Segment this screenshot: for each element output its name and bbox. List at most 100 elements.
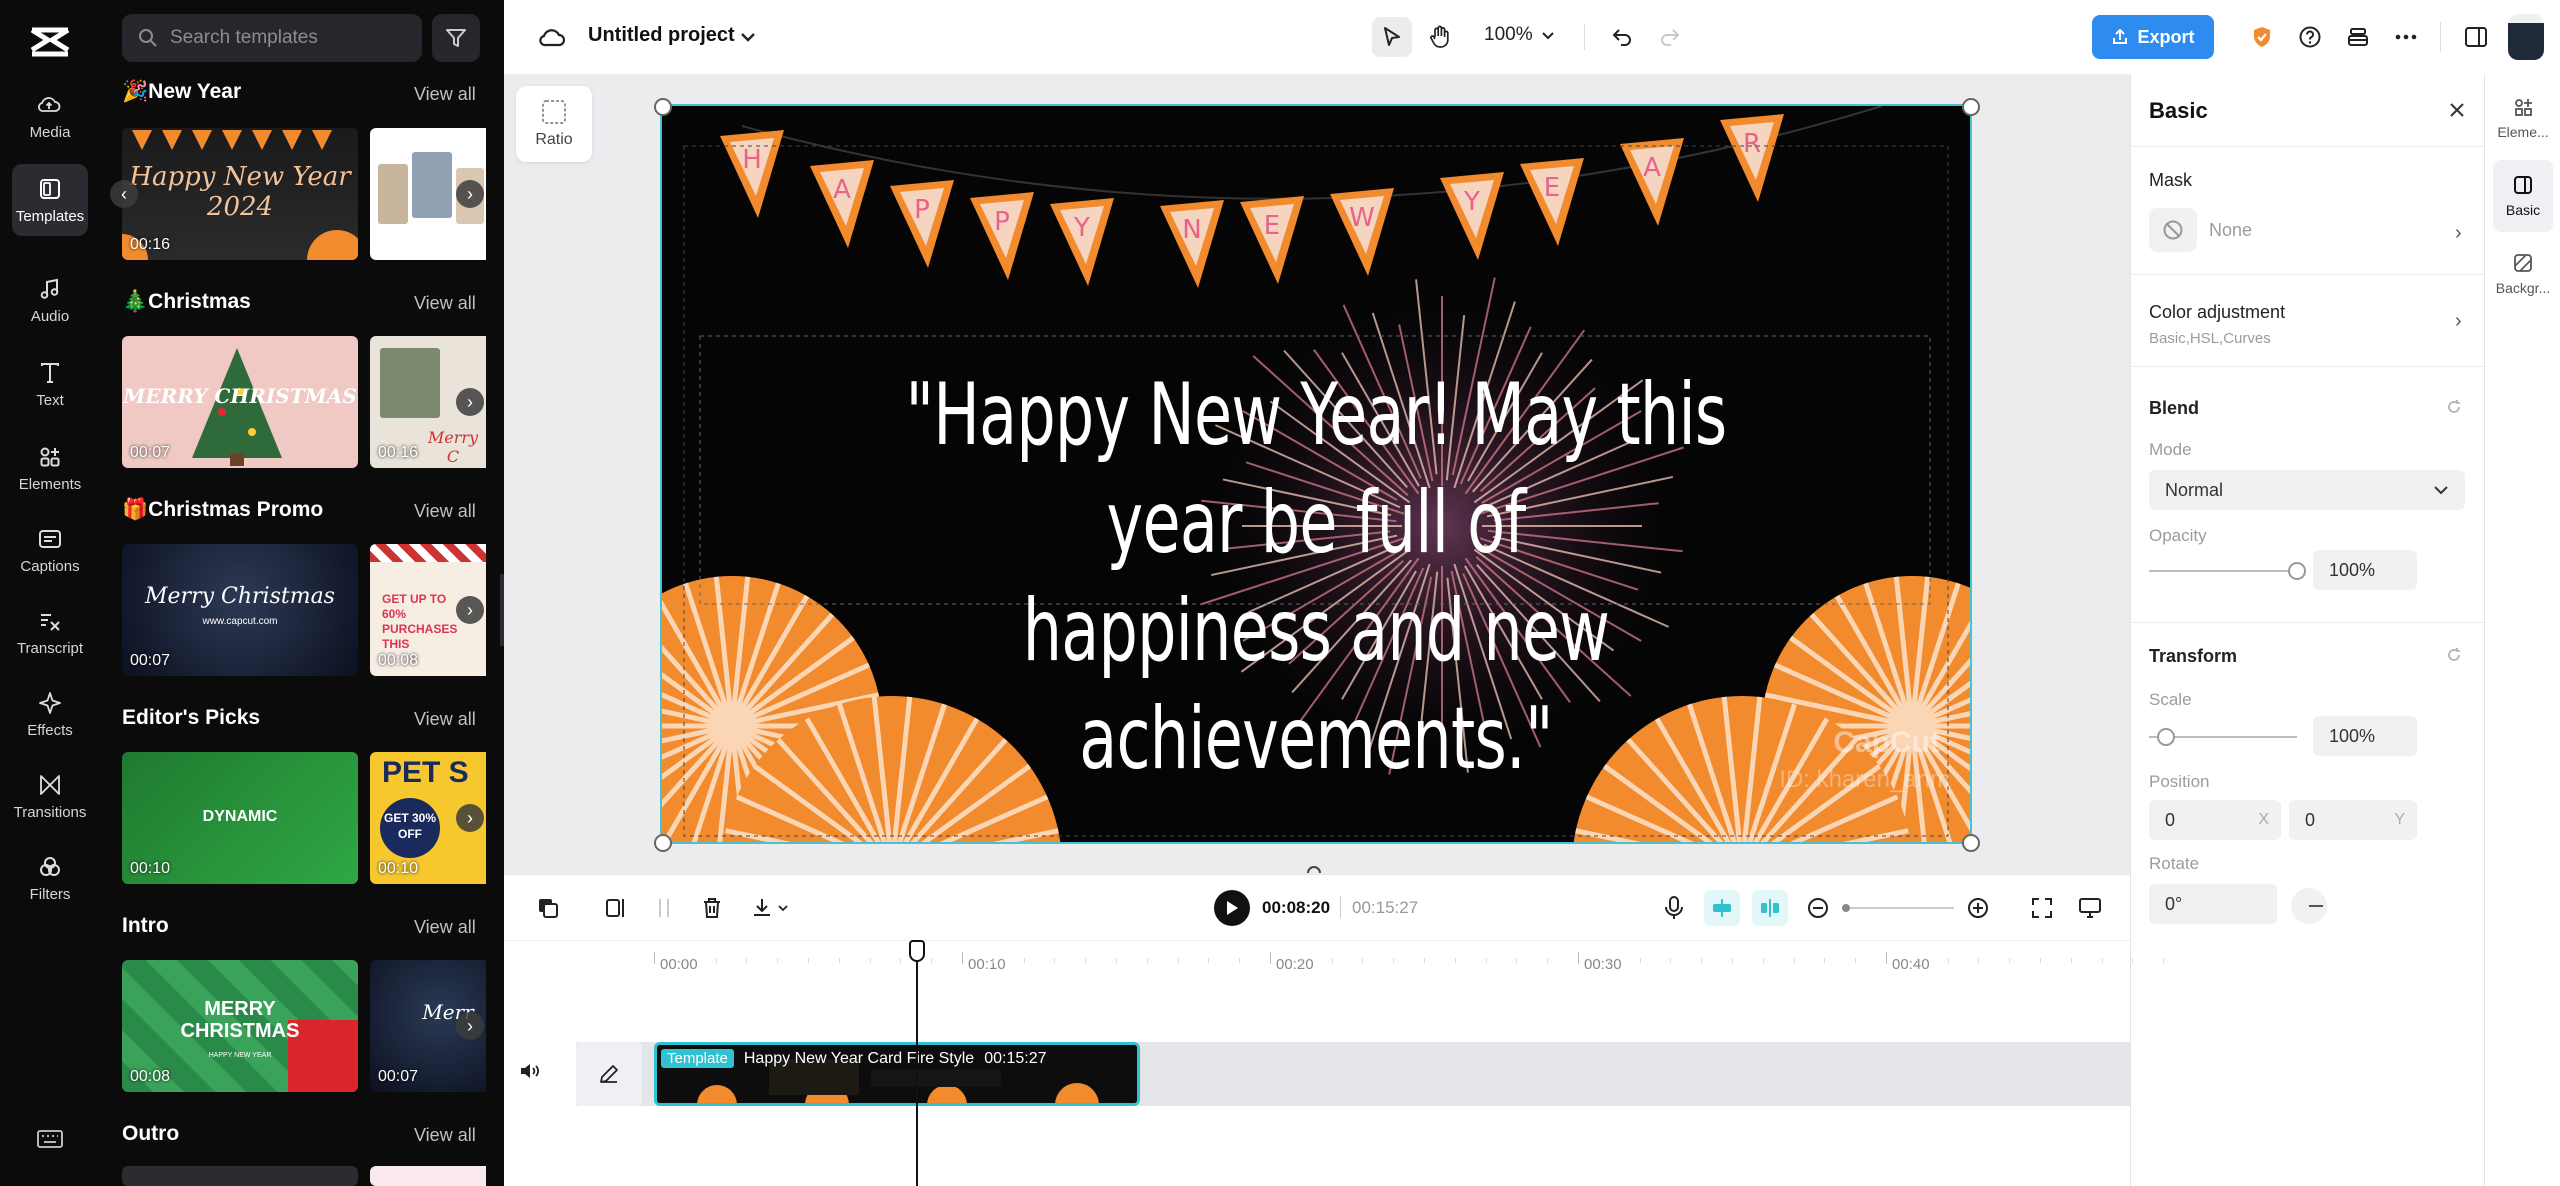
trim-button[interactable] — [646, 890, 682, 926]
hand-tool-button[interactable] — [1420, 17, 1460, 57]
side-tab-1[interactable]: Basic — [2493, 160, 2553, 232]
opacity-slider-track[interactable] — [2149, 570, 2297, 572]
scroll-right-arrow-icon[interactable]: › — [456, 804, 484, 832]
view-all-christmas[interactable]: View all — [414, 293, 476, 314]
position-y-input[interactable]: 0 Y — [2289, 800, 2417, 840]
chevron-right-icon[interactable]: › — [2455, 310, 2462, 333]
timeline-ruler[interactable]: 00:00 00:10 00:20 00:30 00:40 — [504, 944, 2165, 984]
template-clip[interactable]: Template Happy New Year Card Fire Style … — [654, 1042, 1140, 1106]
nav-item-transcript[interactable]: Transcript — [12, 596, 88, 668]
more-options-button[interactable] — [2386, 17, 2426, 57]
split-button[interactable] — [598, 890, 634, 926]
layers-button[interactable] — [2338, 17, 2378, 57]
video-preview[interactable]: H A P P Y N E W Y E A R "Happy New Year! May this y… — [660, 104, 1972, 844]
nav-item-captions[interactable]: Captions — [12, 514, 88, 586]
scroll-right-arrow-icon[interactable]: › — [456, 388, 484, 416]
zoom-out-button[interactable] — [1800, 890, 1836, 926]
nav-item-templates[interactable]: Templates — [12, 164, 88, 236]
banner-letter: Y — [1463, 187, 1480, 217]
scroll-right-arrow-icon[interactable]: › — [456, 596, 484, 624]
zoom-slider-track[interactable] — [1842, 907, 1954, 909]
position-x-input[interactable]: 0 X — [2149, 800, 2281, 840]
search-templates-input[interactable]: Search templates — [122, 14, 422, 62]
rotate-handle-icon[interactable] — [1304, 862, 1324, 874]
scroll-right-arrow-icon[interactable]: › — [456, 1012, 484, 1040]
nav-item-filters[interactable]: Filters — [12, 842, 88, 914]
record-voice-button[interactable] — [1656, 890, 1692, 926]
preview-monitor-button[interactable] — [2072, 890, 2108, 926]
ratio-button[interactable]: Ratio — [516, 86, 592, 162]
view-all-intro[interactable]: View all — [414, 917, 476, 938]
reset-transform-icon[interactable] — [2445, 646, 2463, 664]
playhead[interactable] — [916, 940, 918, 1186]
opacity-input[interactable]: 100% — [2313, 550, 2417, 590]
redo-button[interactable] — [1650, 17, 1690, 57]
rotate-dial[interactable] — [2291, 888, 2327, 924]
view-all-editors-picks[interactable]: View all — [414, 709, 476, 730]
side-tab-2[interactable]: Backgr... — [2493, 238, 2553, 310]
resize-handle-bl[interactable] — [654, 834, 672, 852]
zoom-in-button[interactable] — [1960, 890, 1996, 926]
thumb-text: MERRY CHRISTMAS — [123, 384, 357, 408]
thumb-subtext: www.capcut.com — [202, 616, 278, 627]
nav-item-text[interactable]: Text — [12, 348, 88, 420]
template-thumb-christmas-1[interactable]: MERRY CHRISTMAS 00:07 — [122, 336, 358, 468]
nav-item-effects[interactable]: Effects — [12, 678, 88, 750]
close-icon[interactable] — [2445, 98, 2469, 122]
avatar[interactable] — [2508, 14, 2544, 60]
capcut-logo-icon[interactable] — [28, 22, 72, 62]
template-thumb-new-year-1[interactable]: Happy New Year 2024 00:16 — [122, 128, 358, 260]
help-button[interactable] — [2290, 17, 2330, 57]
playhead-handle[interactable] — [909, 940, 925, 962]
toggle-panel-button[interactable] — [2456, 17, 2496, 57]
resize-handle-tl[interactable] — [654, 98, 672, 116]
view-all-outro[interactable]: View all — [414, 1125, 476, 1146]
zoom-dropdown[interactable]: 100% — [1484, 24, 1555, 46]
select-pointer-button[interactable] — [1372, 17, 1412, 57]
nav-item-audio[interactable]: Audio — [12, 264, 88, 336]
download-button[interactable] — [744, 890, 796, 926]
quote-text[interactable]: "Happy New Year! May this year be full o… — [874, 361, 1758, 793]
view-all-new-year[interactable]: View all — [414, 84, 476, 105]
copy-button[interactable] — [530, 890, 566, 926]
template-thumb-christmas-promo-1[interactable]: Merry Christmas www.capcut.com 00:07 — [122, 544, 358, 676]
nav-item-media[interactable]: Media — [12, 80, 88, 152]
keyboard-shortcuts-icon[interactable] — [36, 1128, 64, 1150]
shield-badge-button[interactable] — [2242, 17, 2282, 57]
color-adjustment-label[interactable]: Color adjustment — [2149, 302, 2285, 323]
template-thumb-intro-1[interactable]: MERRY CHRISTMAS HAPPY NEW YEAR 00:08 — [122, 960, 358, 1092]
view-all-christmas-promo[interactable]: View all — [414, 501, 476, 522]
scale-input[interactable]: 100% — [2313, 716, 2417, 756]
rotate-input[interactable]: 0° — [2149, 884, 2277, 924]
opacity-slider-knob[interactable] — [2288, 562, 2306, 580]
linkage-button[interactable] — [1752, 890, 1788, 926]
resize-handle-br[interactable] — [1962, 834, 1980, 852]
scroll-right-arrow-icon[interactable]: › — [456, 180, 484, 208]
fullscreen-button[interactable] — [2024, 890, 2060, 926]
blend-mode-select[interactable]: Normal — [2149, 470, 2465, 510]
scroll-left-arrow-icon[interactable]: ‹ — [110, 180, 138, 208]
resize-handle-tr[interactable] — [1962, 98, 1980, 116]
template-thumb-editors-picks-1[interactable]: DYNAMIC 00:10 — [122, 752, 358, 884]
cloud-save-icon[interactable] — [532, 17, 572, 57]
reset-blend-icon[interactable] — [2445, 398, 2463, 416]
delete-button[interactable] — [694, 890, 730, 926]
chevron-right-icon[interactable]: › — [2455, 222, 2462, 245]
scale-slider-knob[interactable] — [2157, 728, 2175, 746]
filter-button[interactable] — [432, 14, 480, 62]
play-button[interactable] — [1214, 890, 1250, 926]
nav-item-elements[interactable]: Elements — [12, 432, 88, 504]
template-thumb-outro-2[interactable] — [370, 1166, 486, 1186]
template-thumb-outro-1[interactable] — [122, 1166, 358, 1186]
zoom-slider-knob[interactable] — [1842, 904, 1850, 912]
export-button[interactable]: Export — [2092, 15, 2214, 59]
ruler-label: 00:00 — [660, 956, 698, 973]
side-tab-0[interactable]: Eleme... — [2493, 82, 2553, 154]
mask-none-button[interactable] — [2149, 208, 2197, 252]
speaker-icon[interactable] — [518, 1060, 548, 1090]
undo-button[interactable] — [1602, 17, 1642, 57]
chevron-down-icon[interactable] — [728, 17, 768, 57]
project-title[interactable]: Untitled project — [588, 24, 735, 47]
auto-snap-button[interactable] — [1704, 890, 1740, 926]
nav-item-transitions[interactable]: Transitions — [12, 760, 88, 832]
